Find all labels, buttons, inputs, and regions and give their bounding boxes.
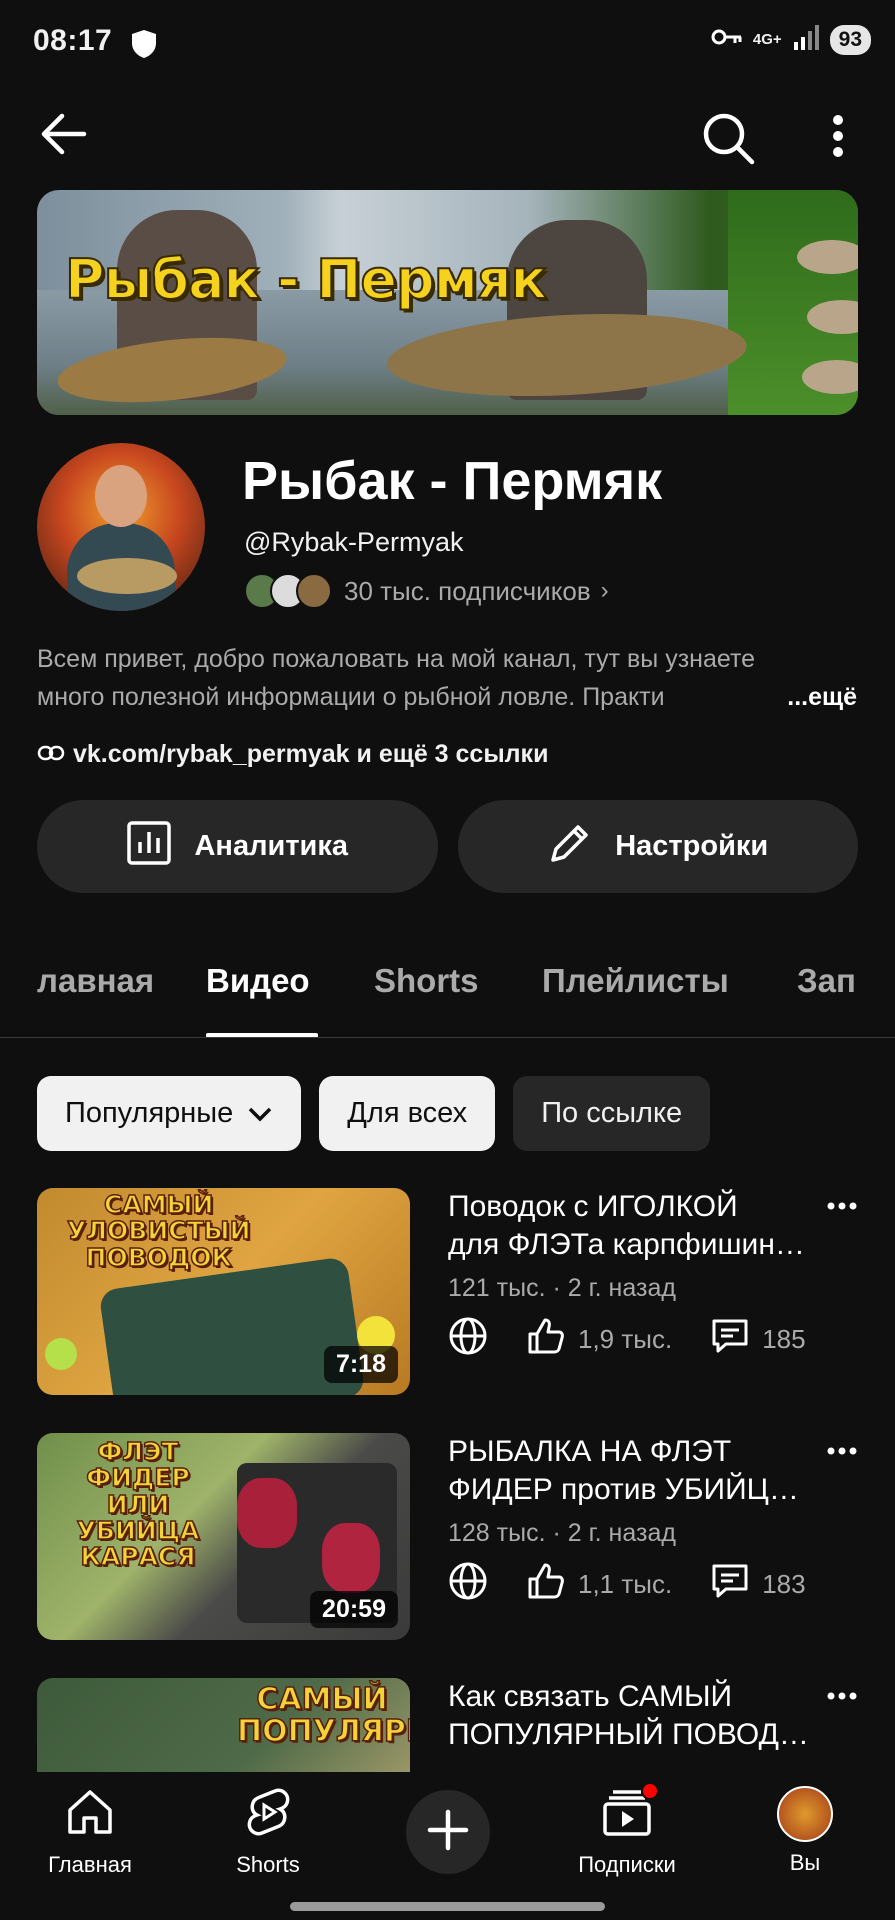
description-more[interactable]: ...ещё xyxy=(777,678,857,716)
app-bar xyxy=(0,100,895,170)
globe-icon xyxy=(448,1561,488,1608)
subscriber-avatar xyxy=(296,573,332,609)
shorts-icon xyxy=(242,1786,294,1844)
shield-icon xyxy=(130,28,158,65)
analytics-icon xyxy=(126,820,172,874)
video-thumbnail[interactable]: САМЫЙ УЛОВИСТЫЙ ПОВОДОК 7:18 xyxy=(37,1188,410,1395)
thumbnail-text: ФЛЭТ ФИДЕР ИЛИ УБИЙЦА КАРАСЯ xyxy=(76,1437,200,1571)
analytics-label: Аналитика xyxy=(194,830,348,862)
like-count: 1,1 тыс. xyxy=(578,1569,673,1599)
status-icons: 4G+ 93 xyxy=(711,24,871,55)
channel-actions: Аналитика Настройки xyxy=(37,800,858,893)
video-more-icon[interactable] xyxy=(827,1443,857,1461)
banner-title: Рыбак - Пермяк xyxy=(64,247,548,312)
links-text: vk.com/rybak_permyak и ещё 3 ссылки xyxy=(73,740,549,768)
video-stats: 1,9 тыс. 185 xyxy=(448,1316,806,1363)
nav-you[interactable]: Вы xyxy=(735,1786,875,1876)
user-avatar xyxy=(777,1786,833,1842)
nav-shorts[interactable]: Shorts xyxy=(198,1786,338,1878)
globe-icon xyxy=(448,1316,488,1363)
subscriber-avatars xyxy=(244,573,332,609)
nav-home-label: Главная xyxy=(48,1852,132,1877)
video-more-icon[interactable] xyxy=(827,1688,857,1706)
nav-you-label: Вы xyxy=(789,1850,821,1875)
tab-shorts[interactable]: Shorts xyxy=(374,962,479,1000)
subscriber-count: 30 тыс. подписчиков xyxy=(344,575,591,606)
bottom-navigation: Главная Shorts Подписки Вы xyxy=(0,1772,895,1920)
pencil-icon xyxy=(547,820,593,874)
tab-home[interactable]: лавная xyxy=(37,962,154,1000)
status-bar: 08:17 4G+ 93 xyxy=(0,0,895,86)
home-icon xyxy=(64,1786,116,1844)
channel-banner: Рыбак - Пермяк xyxy=(37,190,858,415)
comment-icon xyxy=(710,1561,750,1608)
settings-button[interactable]: Настройки xyxy=(457,800,858,893)
channel-description[interactable]: Всем привет, добро пожаловать на мой кан… xyxy=(37,640,857,716)
channel-links[interactable]: vk.com/rybak_permyak и ещё 3 ссылки xyxy=(37,740,548,769)
description-line: много полезной информации о рыбной ловле… xyxy=(37,683,665,711)
video-duration: 7:18 xyxy=(323,1346,398,1383)
thumbs-up-icon xyxy=(526,1316,566,1363)
channel-name: Рыбак - Пермяк xyxy=(242,451,663,511)
video-thumbnail[interactable]: ФЛЭТ ФИДЕР ИЛИ УБИЙЦА КАРАСЯ 20:59 xyxy=(37,1433,410,1640)
video-title[interactable]: Поводок с ИГОЛКОЙ для ФЛЭТа карпфишин… xyxy=(448,1188,828,1264)
thumbnail-text: САМЫЙ УЛОВИСТЫЙ ПОВОДОК xyxy=(66,1190,251,1272)
create-button[interactable] xyxy=(406,1790,490,1874)
comment-icon xyxy=(710,1316,750,1363)
description-line: Всем привет, добро пожаловать на мой кан… xyxy=(37,645,756,673)
notification-dot xyxy=(641,1782,659,1800)
link-icon xyxy=(37,740,65,769)
banner-small-fish xyxy=(797,240,858,274)
sort-label: Популярные xyxy=(65,1097,234,1129)
chevron-right-icon: › xyxy=(600,577,609,604)
nav-shorts-label: Shorts xyxy=(236,1852,300,1877)
battery-level: 93 xyxy=(829,24,871,55)
public-chip[interactable]: Для всех xyxy=(319,1076,496,1151)
video-item[interactable]: ФЛЭТ ФИДЕР ИЛИ УБИЙЦА КАРАСЯ 20:59 РЫБАЛ… xyxy=(37,1433,857,1643)
video-stats: 1,1 тыс. 183 xyxy=(448,1561,806,1608)
video-meta: 128 тыс. · 2 г. назад xyxy=(448,1519,676,1547)
nav-subscriptions[interactable]: Подписки xyxy=(557,1782,697,1878)
video-more-icon[interactable] xyxy=(827,1198,857,1216)
analytics-button[interactable]: Аналитика xyxy=(37,800,438,893)
thumbs-up-icon xyxy=(526,1561,566,1608)
channel-handle: @Rybak-Permyak xyxy=(244,527,464,557)
video-meta: 121 тыс. · 2 г. назад xyxy=(448,1274,676,1302)
channel-tabs: лавная Видео Shorts Плейлисты Зап xyxy=(0,950,895,1038)
nav-home[interactable]: Главная xyxy=(20,1786,160,1878)
gesture-bar xyxy=(290,1902,605,1911)
status-time: 08:17 xyxy=(33,24,113,57)
channel-avatar[interactable] xyxy=(37,443,205,611)
subscribers-row[interactable]: 30 тыс. подписчиков › xyxy=(244,570,609,612)
tab-playlists[interactable]: Плейлисты xyxy=(542,962,729,1000)
sort-chip[interactable]: Популярные xyxy=(37,1076,302,1151)
filter-chips: Популярные Для всех По ссылке xyxy=(37,1076,711,1151)
search-icon[interactable] xyxy=(700,110,756,171)
chevron-down-icon xyxy=(247,1097,273,1130)
active-tab-indicator xyxy=(206,1033,318,1037)
video-duration: 20:59 xyxy=(310,1591,398,1628)
plus-icon xyxy=(426,1808,470,1857)
tab-recordings[interactable]: Зап xyxy=(797,962,856,1000)
nav-subscriptions-label: Подписки xyxy=(578,1852,676,1877)
arrow-left-icon[interactable] xyxy=(40,112,88,161)
tab-videos[interactable]: Видео xyxy=(206,962,310,1000)
comment-count: 183 xyxy=(762,1569,806,1599)
vpn-key-icon xyxy=(711,27,743,52)
more-vertical-icon[interactable] xyxy=(826,110,850,171)
video-title[interactable]: Как связать САМЫЙ ПОПУЛЯРНЫЙ ПОВОД… xyxy=(448,1678,828,1754)
video-item[interactable]: САМЫЙ УЛОВИСТЫЙ ПОВОДОК 7:18 Поводок с И… xyxy=(37,1188,857,1398)
video-title[interactable]: РЫБАЛКА НА ФЛЭТ ФИДЕР против УБИЙЦ… xyxy=(448,1433,828,1509)
like-count: 1,9 тыс. xyxy=(578,1324,673,1354)
subscriptions-icon xyxy=(601,1782,659,1844)
comment-count: 185 xyxy=(762,1324,806,1354)
network-type: 4G+ xyxy=(752,30,782,48)
thumbnail-text: САМЫЙ ПОПУЛЯРНЫЙ xyxy=(236,1682,410,1749)
settings-label: Настройки xyxy=(615,830,769,862)
unlisted-chip[interactable]: По ссылке xyxy=(513,1076,711,1151)
signal-icon xyxy=(792,24,820,55)
